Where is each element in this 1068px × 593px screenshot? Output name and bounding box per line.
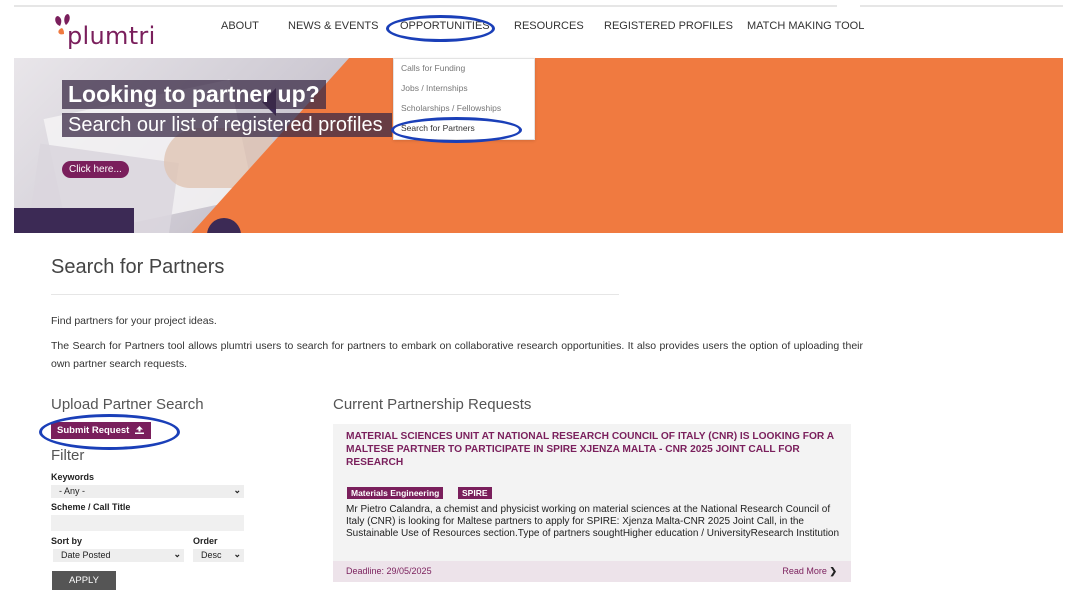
read-more-link[interactable]: Read More ❯ — [782, 566, 837, 577]
page-title: Search for Partners — [51, 256, 225, 278]
upload-heading: Upload Partner Search — [51, 396, 204, 413]
submit-annotation-circle — [39, 414, 180, 450]
order-label: Order — [193, 536, 218, 546]
hero-title: Looking to partner up? — [62, 80, 326, 109]
main-nav: ABOUT NEWS & EVENTS OPPORTUNITIES RESOUR… — [0, 20, 1068, 36]
opportunities-annotation-circle — [386, 15, 495, 42]
request-deadline: Deadline: 29/05/2025 — [346, 566, 432, 576]
nav-resources[interactable]: RESOURCES — [514, 20, 584, 32]
order-value: Desc — [201, 550, 222, 560]
tag-materials-engineering[interactable]: Materials Engineering — [347, 487, 444, 499]
nav-registered-profiles[interactable]: REGISTERED PROFILES — [604, 20, 733, 32]
chevron-right-icon: ❯ — [829, 566, 837, 576]
header-top-rule-right — [860, 5, 1063, 7]
request-description: Mr Pietro Calandra, a chemist and physic… — [346, 504, 840, 539]
keywords-label: Keywords — [51, 472, 95, 482]
chevron-down-icon: ⌄ — [233, 549, 241, 559]
request-title[interactable]: MATERIAL SCIENCES UNIT AT NATIONAL RESEA… — [346, 430, 846, 469]
sortby-select[interactable]: Date Posted ⌄ — [53, 549, 184, 562]
request-card: MATERIAL SCIENCES UNIT AT NATIONAL RESEA… — [333, 424, 851, 582]
nav-news-events[interactable]: NEWS & EVENTS — [288, 20, 378, 32]
chevron-down-icon: ⌄ — [173, 549, 181, 559]
hero-purple-shape — [14, 208, 134, 233]
header-top-rule — [14, 5, 837, 7]
nav-match-making-tool[interactable]: MATCH MAKING TOOL — [747, 20, 864, 32]
dropdown-calls-for-funding[interactable]: Calls for Funding — [401, 63, 465, 73]
page-description: The Search for Partners tool allows plum… — [51, 340, 863, 370]
nav-about[interactable]: ABOUT — [221, 20, 259, 32]
dropdown-jobs-internships[interactable]: Jobs / Internships — [401, 83, 468, 93]
scheme-input[interactable] — [51, 515, 244, 531]
hero-click-here-button[interactable]: Click here... — [62, 161, 129, 178]
search-partners-annotation-circle — [391, 117, 522, 143]
sortby-value: Date Posted — [61, 550, 111, 560]
sortby-label: Sort by — [51, 536, 83, 546]
title-divider — [51, 294, 619, 295]
page-intro: Find partners for your project ideas. — [51, 315, 217, 327]
keywords-value: - Any - — [59, 486, 86, 496]
filter-heading: Filter — [51, 447, 85, 464]
tag-spire[interactable]: SPIRE — [458, 487, 492, 499]
hero-subtitle: Search our list of registered profiles — [62, 113, 392, 137]
apply-button[interactable]: APPLY — [52, 571, 116, 590]
scheme-label: Scheme / Call Title — [51, 502, 131, 512]
dropdown-scholarships-fellowships[interactable]: Scholarships / Fellowships — [401, 103, 501, 113]
requests-heading: Current Partnership Requests — [333, 396, 532, 413]
chevron-down-icon: ⌄ — [233, 485, 241, 495]
keywords-select[interactable]: - Any - ⌄ — [51, 485, 244, 498]
order-select[interactable]: Desc ⌄ — [193, 549, 244, 562]
request-footer: Deadline: 29/05/2025 Read More ❯ — [333, 561, 851, 582]
read-more-label: Read More — [782, 566, 827, 576]
